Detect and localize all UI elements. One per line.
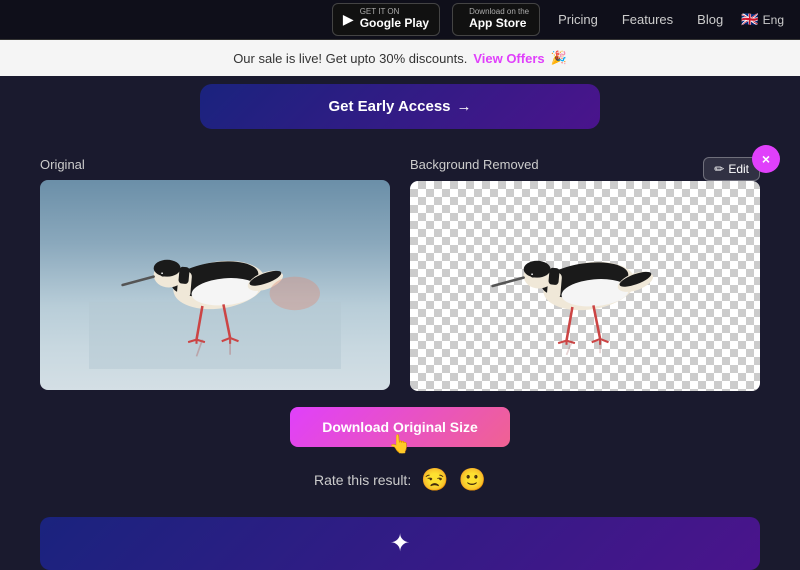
features-link[interactable]: Features	[616, 12, 679, 27]
removed-bg-panel: Background Removed ✏ Edit	[410, 157, 760, 391]
sale-text: Our sale is live! Get upto 30% discounts…	[233, 51, 467, 66]
bird-svg-original	[75, 201, 355, 369]
download-label: Download Original Size	[322, 419, 478, 435]
original-panel: Original	[40, 157, 390, 391]
original-label: Original	[40, 157, 390, 172]
early-access-button[interactable]: Get Early Access →	[328, 98, 471, 115]
bird-svg-removed	[445, 202, 725, 370]
google-play-button[interactable]: ▶ GET IT ON Google Play	[332, 3, 440, 35]
top-navigation: ▶ GET IT ON Google Play Download on the …	[0, 0, 800, 40]
edit-area: Background Removed ✏ Edit	[410, 157, 760, 181]
app-store-button[interactable]: Download on the App Store	[452, 3, 540, 35]
language-selector[interactable]: 🇬🇧 Eng	[741, 11, 784, 28]
early-access-banner: Get Early Access →	[200, 84, 600, 129]
app-store-text: Download on the App Store	[469, 8, 529, 30]
main-content: × Original	[0, 137, 800, 505]
arrow-icon: →	[457, 98, 472, 115]
sale-emoji: 🎉	[551, 50, 567, 66]
removed-label: Background Removed	[410, 157, 539, 172]
sale-banner: Our sale is live! Get upto 30% discounts…	[0, 40, 800, 76]
rating-sad-button[interactable]: 😒	[421, 467, 448, 493]
image-comparison: Original	[40, 157, 760, 391]
google-play-text: GET IT ON Google Play	[360, 8, 429, 30]
pricing-link[interactable]: Pricing	[552, 12, 604, 27]
original-bird-image	[40, 180, 390, 390]
cursor-icon: 👆	[389, 434, 411, 455]
edit-label: Edit	[728, 162, 749, 176]
flag-icon: 🇬🇧	[741, 11, 758, 28]
sparkle-icon: ✦	[390, 529, 410, 558]
close-button[interactable]: ×	[752, 145, 780, 173]
download-section: Download Original Size 👆	[40, 407, 760, 447]
edit-icon: ✏	[714, 162, 724, 176]
lang-label: Eng	[763, 13, 784, 27]
removed-bg-bird-image	[410, 181, 760, 391]
rating-neutral-button[interactable]: 🙂	[459, 467, 486, 493]
original-image-container	[40, 180, 390, 390]
rating-section: Rate this result: 😒 🙂	[40, 467, 760, 493]
bottom-banner: ✦	[40, 517, 760, 570]
rating-label: Rate this result:	[314, 472, 411, 488]
view-offers-link[interactable]: View Offers	[473, 51, 544, 66]
google-play-icon: ▶	[343, 11, 354, 28]
blog-link[interactable]: Blog	[691, 12, 729, 27]
removed-bg-image-container	[410, 181, 760, 391]
download-button[interactable]: Download Original Size 👆	[290, 407, 510, 447]
early-access-label: Get Early Access	[328, 98, 450, 115]
